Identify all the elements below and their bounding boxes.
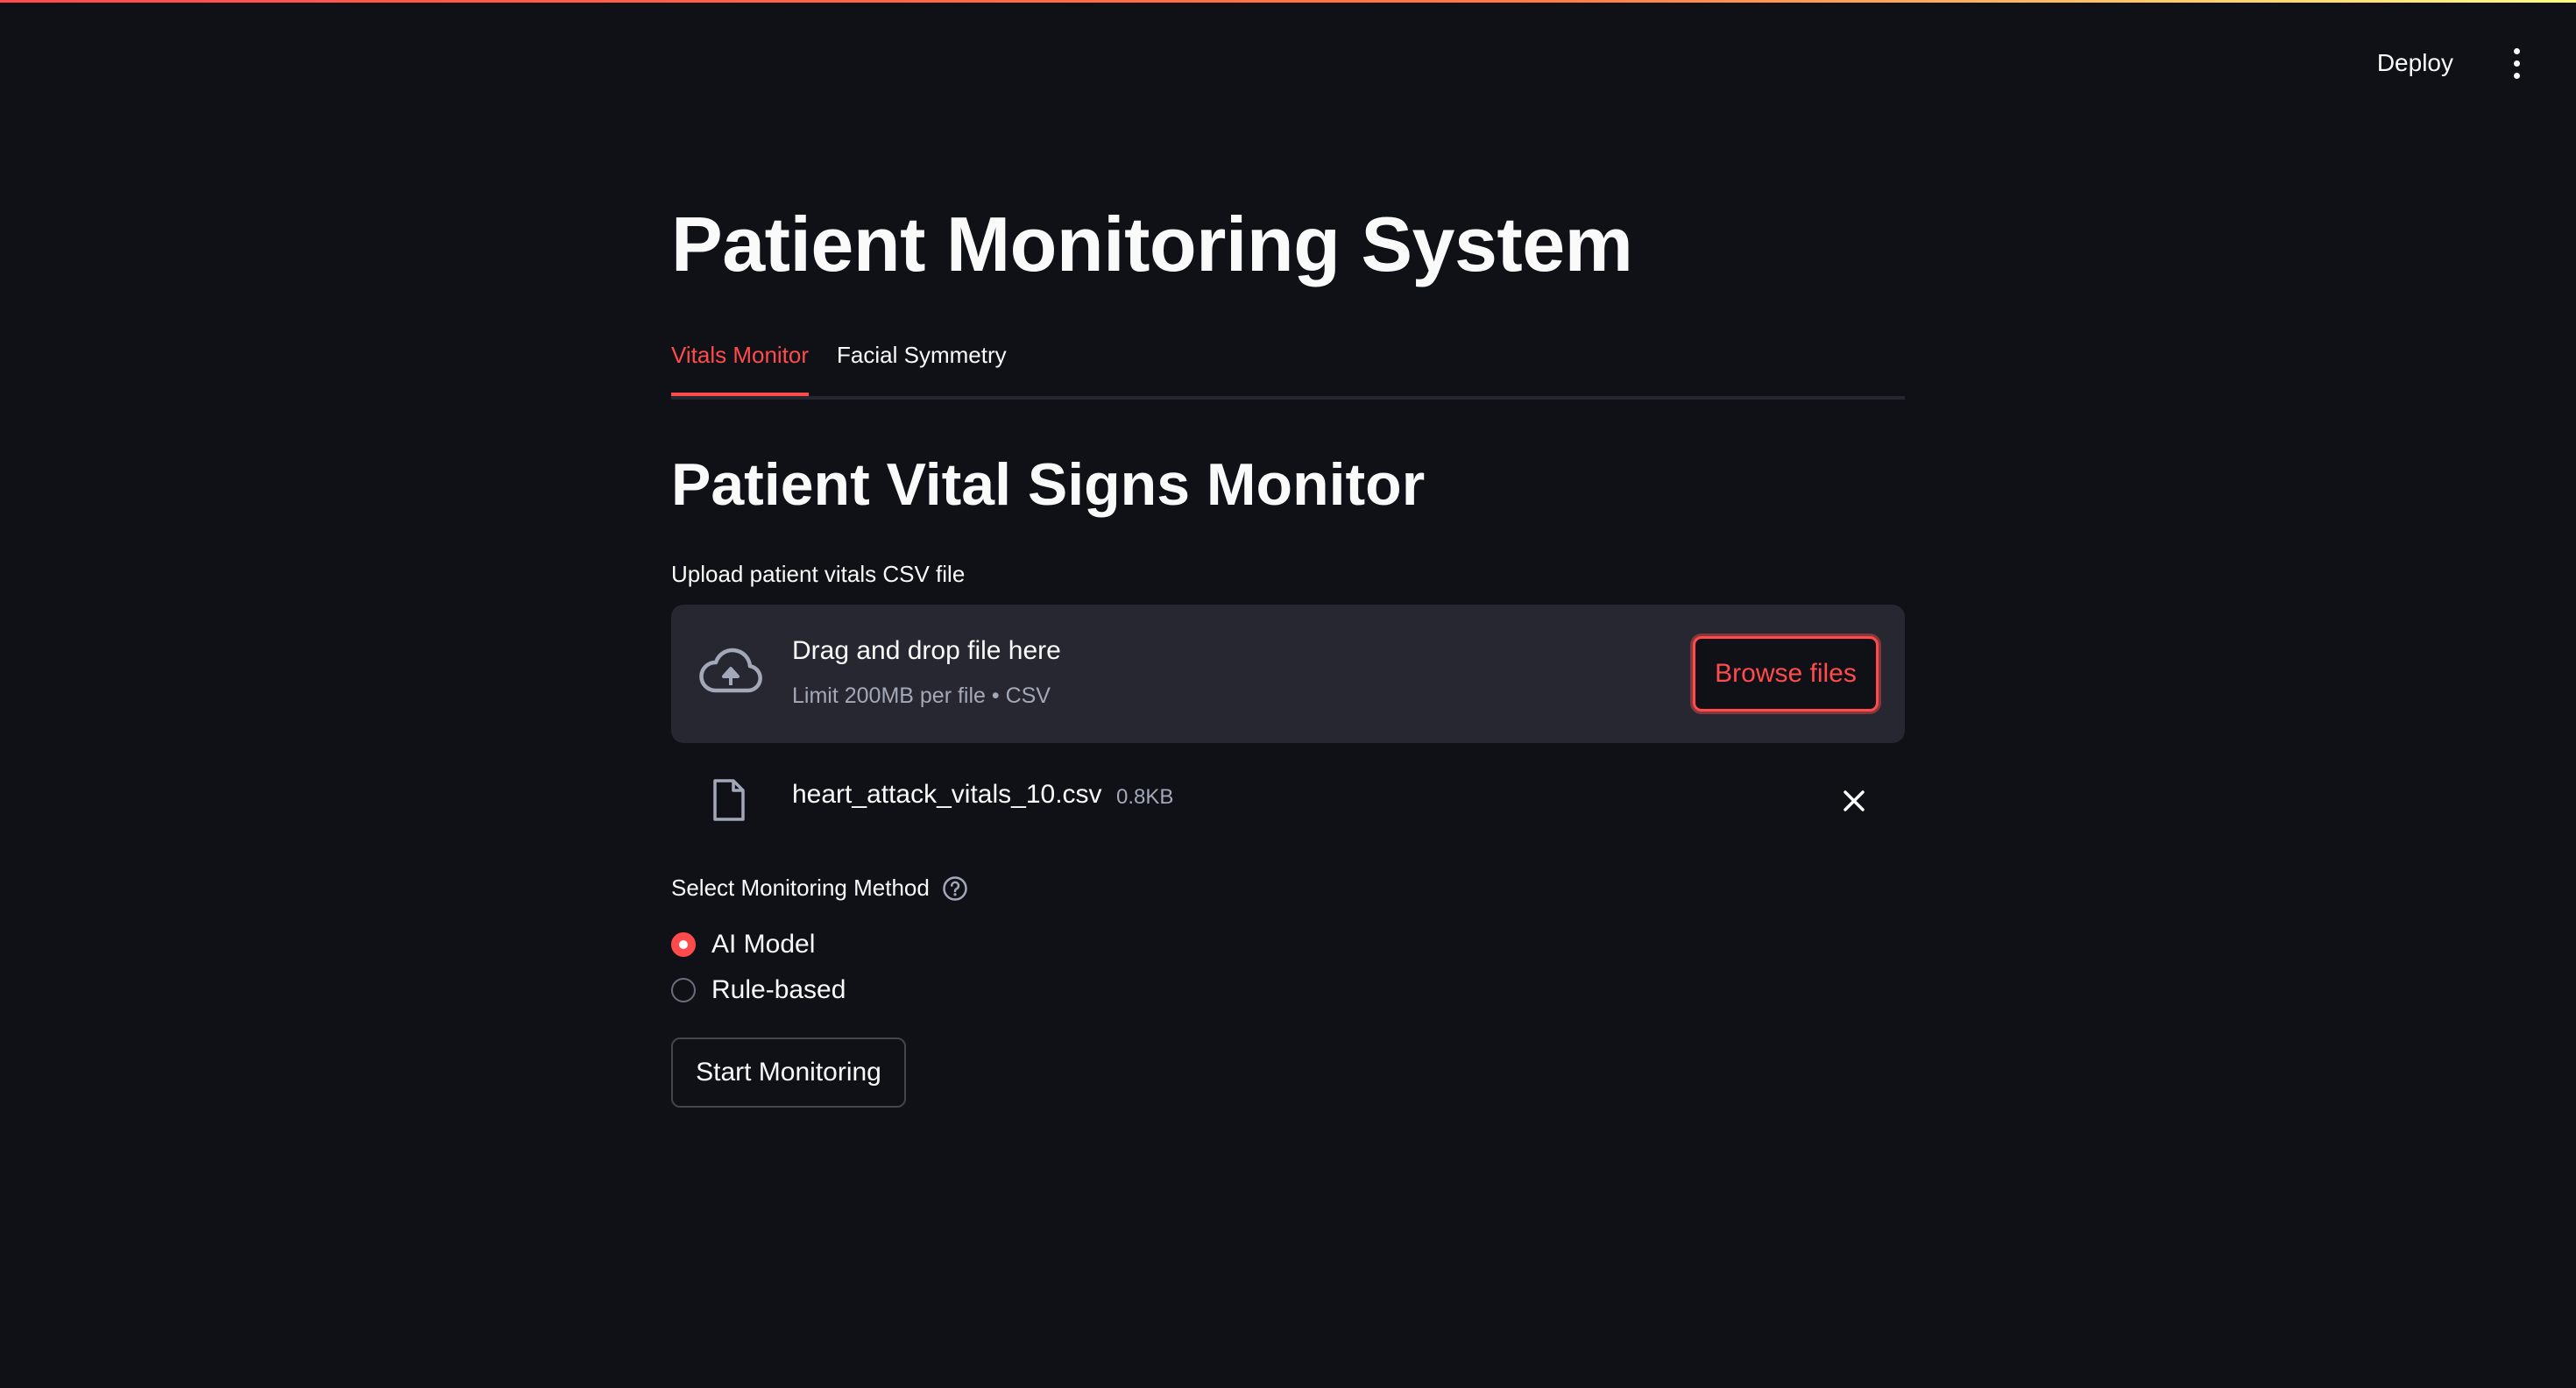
radio-label-ai-model: AI Model — [711, 930, 816, 959]
deploy-button[interactable]: Deploy — [2367, 42, 2464, 84]
section-title: Patient Vital Signs Monitor — [671, 451, 1426, 518]
radio-option-rule-based[interactable]: Rule-based — [671, 967, 846, 1013]
monitoring-method-radio-group: AI Model Rule-based — [671, 922, 846, 1013]
monitoring-method-label: Select Monitoring Method — [671, 875, 968, 902]
dropzone-title: Drag and drop file here — [792, 636, 1061, 665]
monitoring-method-text: Select Monitoring Method — [671, 875, 930, 901]
dropzone-limit-text: Limit 200MB per file • CSV — [792, 683, 1051, 708]
radio-checked-indicator[interactable] — [671, 932, 696, 957]
file-icon — [713, 779, 745, 821]
vertical-ellipsis-icon[interactable] — [2499, 39, 2534, 88]
radio-label-rule-based: Rule-based — [711, 975, 846, 1004]
tab-bar: Vitals Monitor Facial Symmetry — [671, 338, 1905, 400]
uploaded-file-row: heart_attack_vitals_10.csv 0.8KB — [671, 769, 1905, 831]
page-title: Patient Monitoring System — [671, 201, 1633, 287]
tab-facial-symmetry[interactable]: Facial Symmetry — [837, 338, 1007, 393]
app-page: Deploy Patient Monitoring System Vitals … — [0, 0, 2576, 1388]
radio-option-ai-model[interactable]: AI Model — [671, 922, 846, 967]
radio-unchecked-indicator[interactable] — [671, 978, 696, 1002]
uploaded-file-size: 0.8KB — [1116, 785, 1174, 809]
start-monitoring-button[interactable]: Start Monitoring — [671, 1037, 906, 1108]
header-toolbar: Deploy — [2367, 39, 2534, 88]
file-dropzone[interactable]: Drag and drop file here Limit 200MB per … — [671, 605, 1905, 743]
help-icon[interactable] — [942, 875, 968, 902]
uploaded-file-name: heart_attack_vitals_10.csv — [792, 780, 1102, 809]
browse-files-button[interactable]: Browse files — [1693, 636, 1879, 712]
tab-vitals-monitor[interactable]: Vitals Monitor — [671, 338, 810, 396]
top-decoration-bar — [0, 0, 2576, 3]
upload-label: Upload patient vitals CSV file — [671, 561, 966, 587]
cloud-upload-icon — [699, 648, 762, 693]
close-icon[interactable] — [1835, 782, 1873, 820]
